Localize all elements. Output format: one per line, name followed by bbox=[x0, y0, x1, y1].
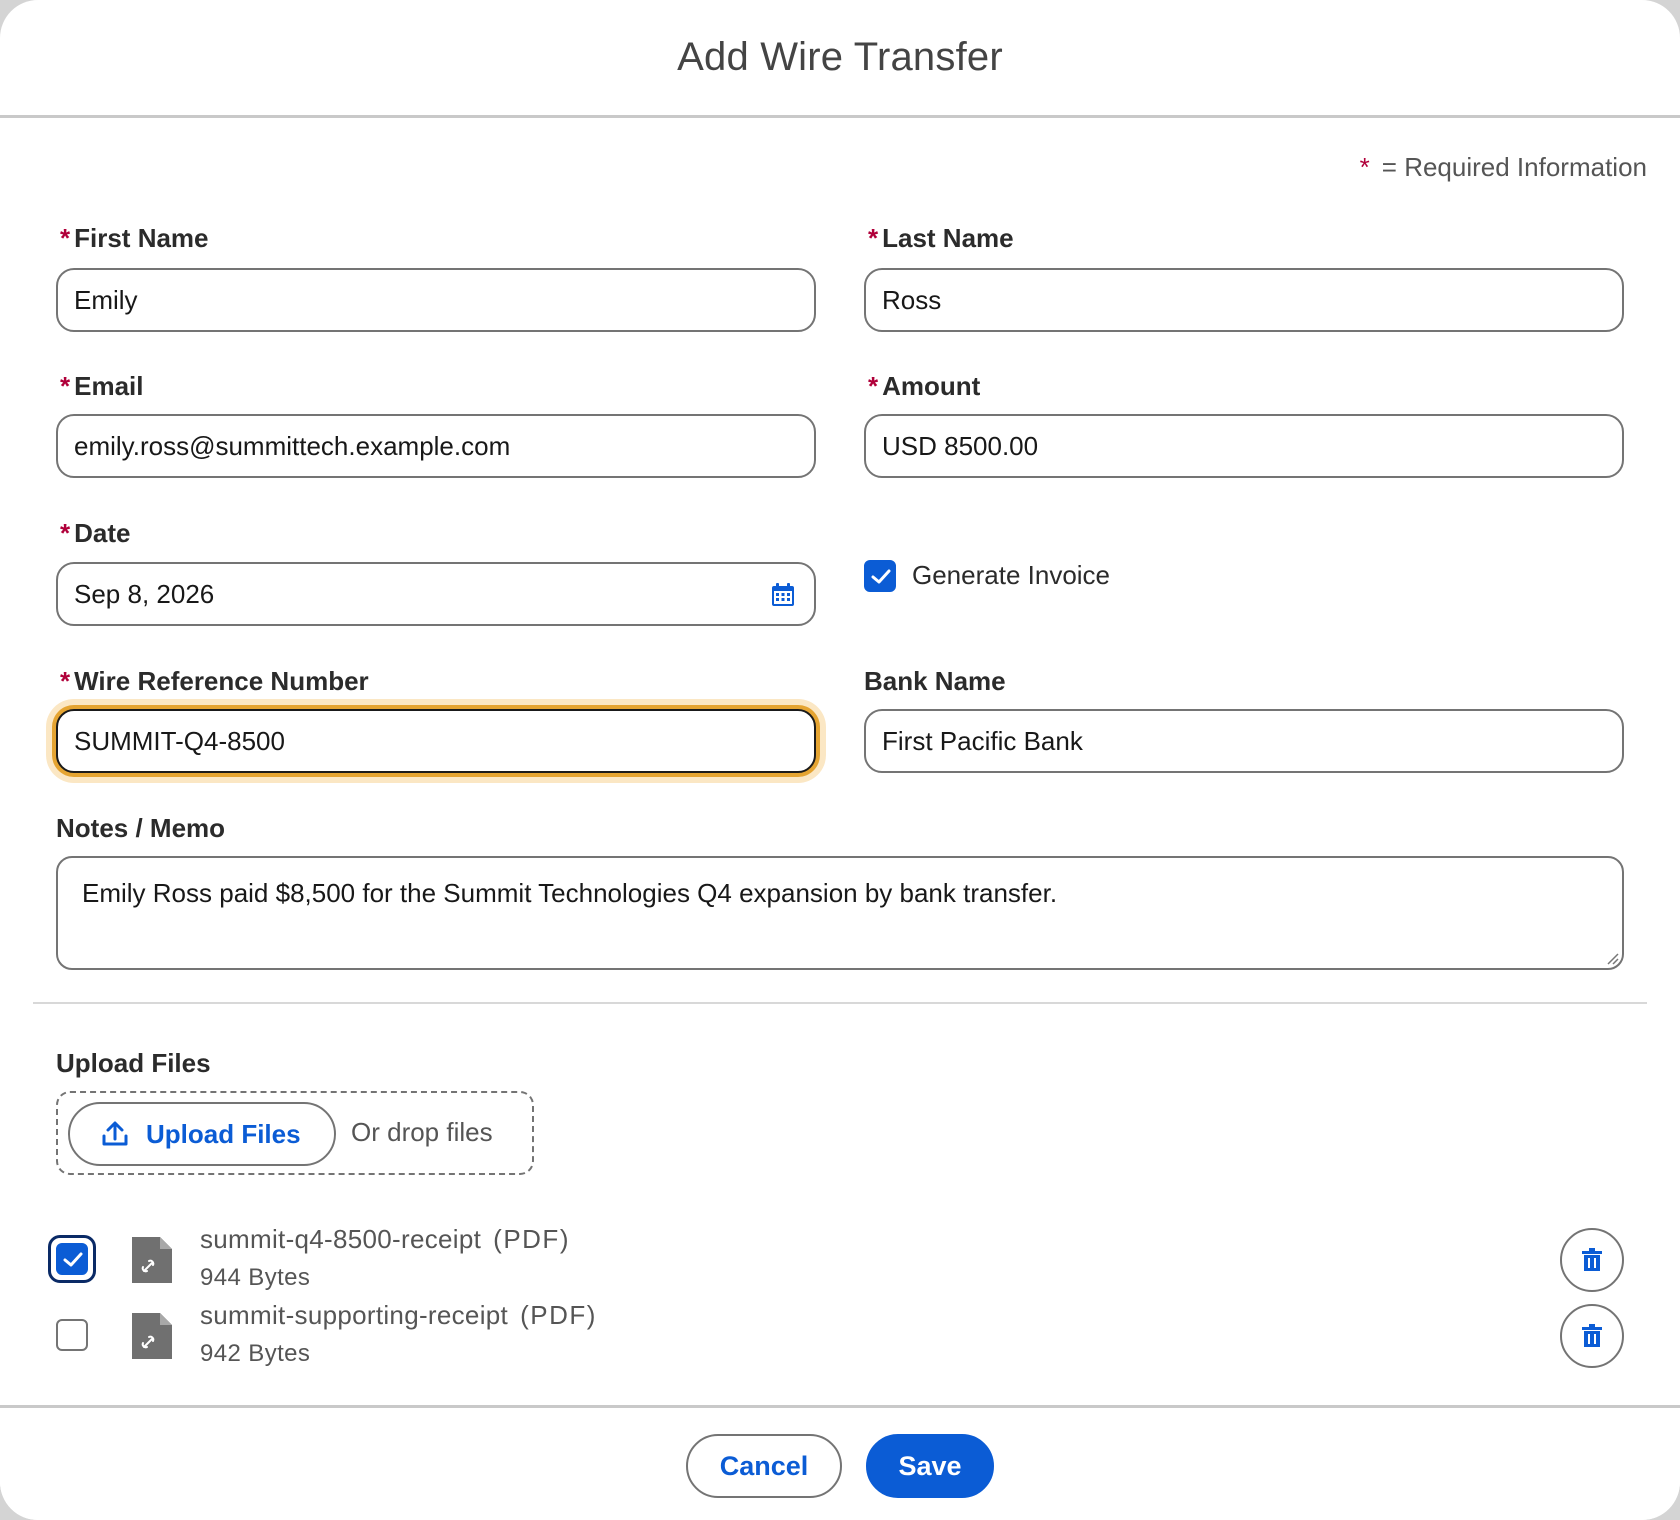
amount-field: * Amount USD 8500.00 bbox=[864, 370, 1624, 478]
email-label: * Email bbox=[60, 371, 144, 401]
attachment-file-icon bbox=[132, 1237, 172, 1283]
drop-files-text: Or drop files bbox=[351, 1117, 493, 1147]
upload-files-button-label: Upload Files bbox=[146, 1118, 301, 1149]
notes-text: Emily Ross paid $8,500 for the Summit Te… bbox=[82, 878, 1058, 908]
first-name-input[interactable]: Emily bbox=[56, 268, 816, 332]
upload-files-button[interactable]: Upload Files bbox=[68, 1102, 336, 1166]
modal-footer: Cancel Save bbox=[0, 1405, 1680, 1520]
wire-reference-input[interactable]: SUMMIT-Q4-8500 bbox=[56, 709, 816, 773]
modal-title: Add Wire Transfer bbox=[677, 35, 1003, 79]
email-field: * Email emily.ross@summittech.example.com bbox=[56, 370, 816, 478]
bank-name-label: Bank Name bbox=[864, 666, 1006, 696]
file-select-checkbox[interactable] bbox=[56, 1319, 88, 1351]
first-name-field: * First Name Emily bbox=[56, 222, 816, 332]
required-information-note: * = Required Information bbox=[1360, 152, 1647, 183]
delete-file-button[interactable] bbox=[1560, 1228, 1624, 1292]
date-label: * Date bbox=[60, 518, 131, 548]
attachment-file-icon bbox=[132, 1313, 172, 1359]
file-name: summit-q4-8500-receipt (PDF) bbox=[200, 1224, 570, 1254]
amount-label: * Amount bbox=[868, 371, 981, 401]
required-star: * bbox=[1359, 152, 1370, 182]
checkmark-icon bbox=[871, 569, 891, 584]
notes-textarea[interactable]: Emily Ross paid $8,500 for the Summit Te… bbox=[56, 856, 1624, 970]
date-field: * Date Sep 8, 2026 bbox=[56, 517, 816, 626]
file-name: summit-supporting-receipt (PDF) bbox=[200, 1300, 597, 1330]
trash-icon bbox=[1582, 1248, 1602, 1271]
bank-name-field: Bank Name First Pacific Bank bbox=[864, 665, 1624, 773]
section-divider bbox=[33, 1002, 1647, 1004]
file-size: 944 Bytes bbox=[200, 1264, 311, 1291]
upload-icon bbox=[102, 1121, 128, 1146]
resize-handle-icon[interactable] bbox=[1604, 950, 1620, 966]
upload-files-label: Upload Files bbox=[56, 1048, 211, 1078]
bank-name-input[interactable]: First Pacific Bank bbox=[864, 709, 1624, 773]
file-type: (PDF) bbox=[520, 1300, 597, 1330]
file-size: 942 Bytes bbox=[200, 1340, 311, 1367]
file-row: summit-q4-8500-receipt (PDF) 944 Bytes bbox=[0, 1224, 1680, 1298]
last-name-input[interactable]: Ross bbox=[864, 268, 1624, 332]
calendar-icon[interactable] bbox=[770, 582, 796, 608]
date-input[interactable]: Sep 8, 2026 bbox=[56, 562, 816, 626]
notes-label: Notes / Memo bbox=[56, 813, 226, 843]
required-note-text: = Required Information bbox=[1381, 152, 1647, 182]
file-dropzone[interactable]: Upload Files Or drop files bbox=[56, 1091, 534, 1175]
wire-reference-field: * Wire Reference Number SUMMIT-Q4-8500 bbox=[56, 665, 816, 773]
trash-icon bbox=[1582, 1324, 1602, 1347]
generate-invoice-checkbox[interactable] bbox=[864, 560, 896, 592]
file-select-checkbox[interactable] bbox=[56, 1243, 88, 1275]
file-type: (PDF) bbox=[493, 1224, 570, 1254]
last-name-field: * Last Name Ross bbox=[864, 222, 1624, 332]
amount-input[interactable]: USD 8500.00 bbox=[864, 414, 1624, 478]
file-row: summit-supporting-receipt (PDF) 942 Bytes bbox=[0, 1300, 1680, 1374]
save-button[interactable]: Save bbox=[866, 1434, 994, 1498]
checkmark-icon bbox=[63, 1252, 83, 1267]
delete-file-button[interactable] bbox=[1560, 1304, 1624, 1368]
modal-header: Add Wire Transfer bbox=[0, 0, 1680, 118]
first-name-label: * First Name bbox=[60, 223, 209, 253]
email-input[interactable]: emily.ross@summittech.example.com bbox=[56, 414, 816, 478]
date-value: Sep 8, 2026 bbox=[74, 579, 215, 609]
cancel-button[interactable]: Cancel bbox=[686, 1434, 842, 1498]
wire-reference-label: * Wire Reference Number bbox=[60, 666, 369, 696]
last-name-label: * Last Name bbox=[868, 223, 1014, 253]
add-wire-transfer-modal: Add Wire Transfer * = Required Informatio… bbox=[0, 0, 1680, 1520]
generate-invoice-label: Generate Invoice bbox=[912, 560, 1111, 590]
